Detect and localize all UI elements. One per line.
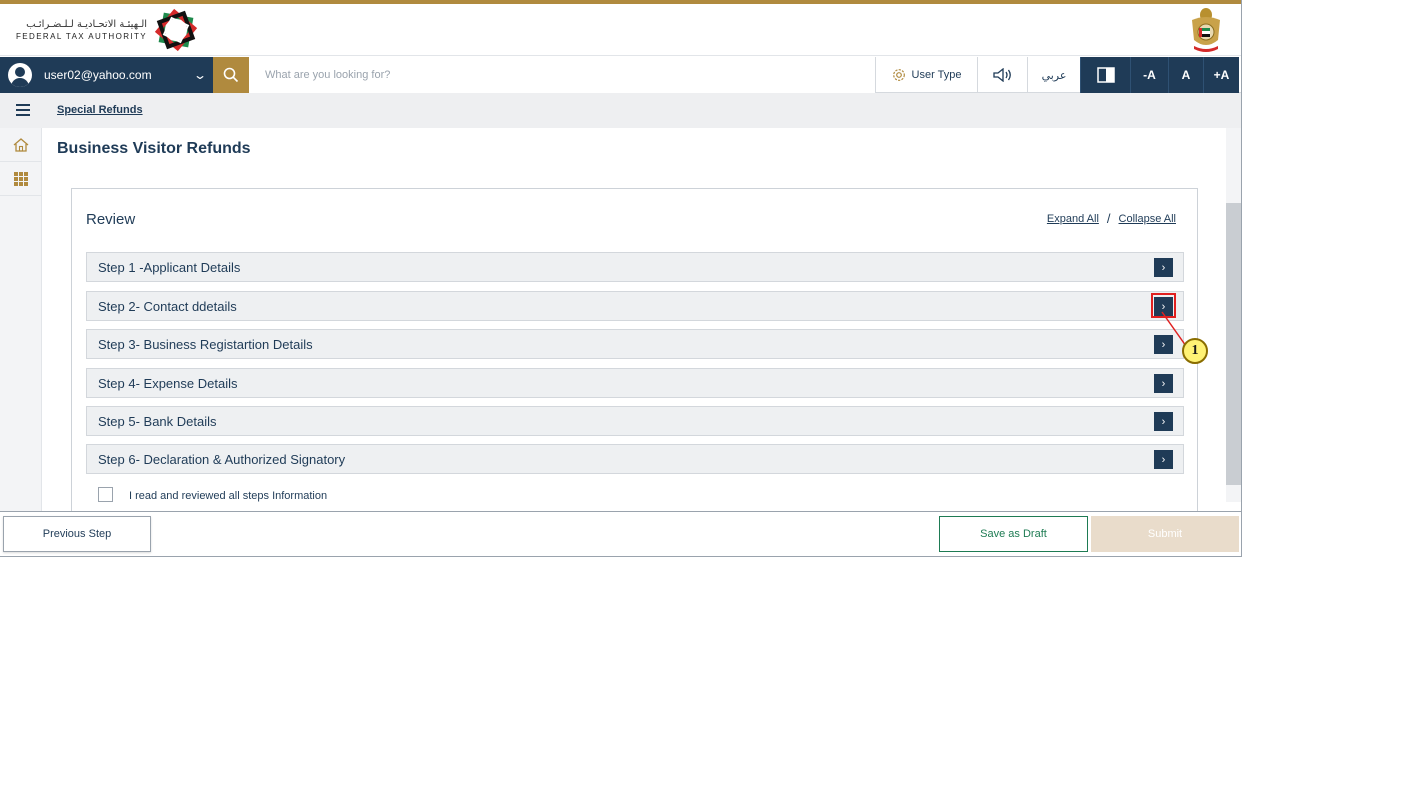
font-increase-button[interactable]: +A <box>1203 57 1239 93</box>
side-nav <box>0 128 42 511</box>
expand-collapse-controls: Expand All / Collapse All <box>1047 211 1176 226</box>
step-label: Step 4- Expense Details <box>98 375 238 391</box>
chevron-right-icon[interactable]: › <box>1154 450 1173 469</box>
annotation-number-badge: 1 <box>1182 338 1208 364</box>
font-decrease-button[interactable]: -A <box>1130 57 1168 93</box>
logo-header: الـهيئـة الاتحـاديـة لـلـضـرائـب FEDERAL… <box>0 4 1241 56</box>
confirm-label: I read and reviewed all steps Informatio… <box>129 490 328 502</box>
chevron-right-icon[interactable]: › <box>1154 258 1173 277</box>
user-type-button[interactable]: User Type <box>875 57 977 93</box>
review-card: Review Expand All / Collapse All Step 1 … <box>71 188 1198 518</box>
top-nav: user02@yahoo.com ⌄ User Type عربي <box>0 57 1241 93</box>
uae-emblem-icon <box>1192 8 1220 52</box>
search-icon <box>223 67 239 83</box>
expand-all-link[interactable]: Expand All <box>1047 213 1099 225</box>
fta-logo-icon <box>154 8 198 52</box>
chevron-down-icon: ⌄ <box>192 68 208 82</box>
app-window: الـهيئـة الاتحـاديـة لـلـضـرائـب FEDERAL… <box>0 0 1242 557</box>
fta-logo[interactable]: الـهيئـة الاتحـاديـة لـلـضـرائـب FEDERAL… <box>16 8 199 52</box>
user-email: user02@yahoo.com <box>44 68 152 82</box>
step-accordion-6[interactable]: Step 6- Declaration & Authorized Signato… <box>86 444 1184 474</box>
step-accordion-2[interactable]: Step 2- Contact ddetails › <box>86 291 1184 321</box>
step-accordion-4[interactable]: Step 4- Expense Details › <box>86 368 1184 398</box>
apps-grid-icon[interactable] <box>0 162 42 196</box>
step-accordion-1[interactable]: Step 1 -Applicant Details › <box>86 252 1184 282</box>
speaker-icon <box>992 68 1011 82</box>
user-type-label: User Type <box>911 69 962 81</box>
search-input[interactable] <box>249 57 875 93</box>
language-toggle[interactable]: عربي <box>1027 57 1080 93</box>
user-menu-button[interactable]: user02@yahoo.com ⌄ <box>0 57 213 93</box>
step-label: Step 3- Business Registartion Details <box>98 336 313 352</box>
previous-step-button[interactable]: Previous Step <box>3 516 151 552</box>
contrast-icon <box>1096 67 1115 83</box>
step-label: Step 5- Bank Details <box>98 413 217 429</box>
step-label: Step 2- Contact ddetails <box>98 298 237 314</box>
gear-icon <box>892 69 905 81</box>
search-button[interactable] <box>213 57 249 93</box>
logo-arabic-text: الـهيئـة الاتحـاديـة لـلـضـرائـب <box>26 19 148 30</box>
chevron-right-icon[interactable]: › <box>1154 374 1173 393</box>
read-aloud-button[interactable] <box>977 57 1027 93</box>
user-avatar-icon <box>8 63 32 87</box>
collapse-all-link[interactable]: Collapse All <box>1119 213 1176 225</box>
confirm-row: I read and reviewed all steps Informatio… <box>98 486 327 502</box>
expand-separator: / <box>1106 211 1111 226</box>
save-draft-button[interactable]: Save as Draft <box>939 516 1088 552</box>
step-label: Step 1 -Applicant Details <box>98 259 241 275</box>
footer-actions: Previous Step Save as Draft Submit <box>0 511 1241 556</box>
submit-button[interactable]: Submit <box>1091 516 1239 552</box>
page-title: Business Visitor Refunds <box>57 140 251 157</box>
logo-english-text: FEDERAL TAX AUTHORITY <box>16 32 148 41</box>
scrollbar-thumb[interactable] <box>1226 203 1241 485</box>
review-title: Review <box>86 211 136 228</box>
chevron-right-icon[interactable]: › <box>1154 412 1173 431</box>
breadcrumb-link[interactable]: Special Refunds <box>57 104 143 116</box>
font-normal-button[interactable]: A <box>1168 57 1203 93</box>
step-label: Step 6- Declaration & Authorized Signato… <box>98 451 346 467</box>
step-accordion-5[interactable]: Step 5- Bank Details › <box>86 406 1184 436</box>
breadcrumb: Special Refunds <box>0 93 1241 128</box>
hamburger-menu-icon[interactable] <box>16 104 30 116</box>
confirm-checkbox[interactable] <box>98 486 113 502</box>
contrast-button[interactable] <box>1080 57 1130 93</box>
step-accordion-3[interactable]: Step 3- Business Registartion Details › <box>86 329 1184 359</box>
home-icon[interactable] <box>0 128 42 162</box>
